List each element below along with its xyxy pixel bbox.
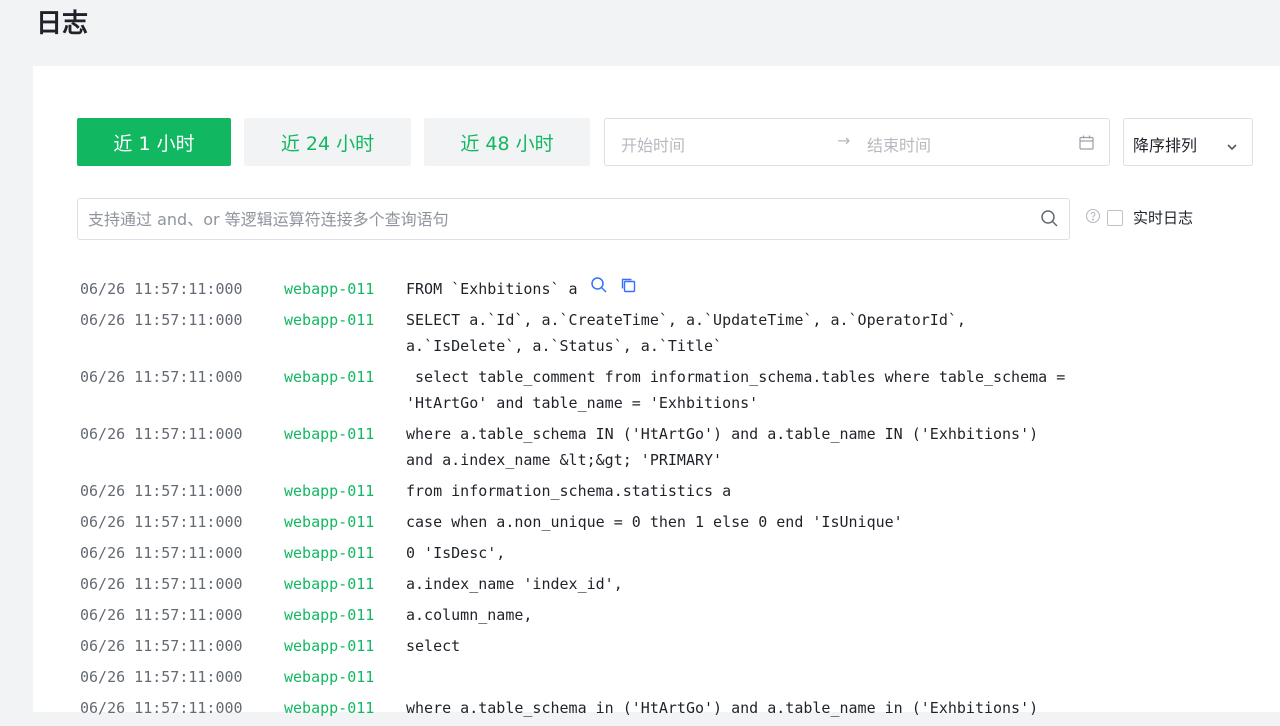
log-message: FROM `Exhbitions` a <box>406 280 578 298</box>
log-timestamp: 06/26 11:57:11:000 <box>80 606 243 624</box>
log-host[interactable]: webapp-011 <box>284 364 406 416</box>
date-range-arrow: → <box>837 131 851 150</box>
range-24h-button[interactable]: 近 24 小时 <box>244 118 411 166</box>
log-host[interactable]: webapp-011 <box>284 695 406 721</box>
log-host[interactable]: webapp-011 <box>284 633 406 659</box>
date-start-input[interactable]: 开始时间 <box>621 132 685 156</box>
log-row: 06/26 11:57:11:000 webapp-011 <box>80 664 1270 690</box>
calendar-icon[interactable] <box>1078 134 1095 155</box>
realtime-log-checkbox[interactable] <box>1107 209 1123 226</box>
page-title: 日志 <box>36 9 89 39</box>
log-row: 06/26 11:57:11:000 webapp-011 where a.ta… <box>80 695 1270 721</box>
log-search-box <box>77 198 1070 240</box>
log-panel: 近 1 小时 近 24 小时 近 48 小时 开始时间 → 结束时间 降序排列 <box>33 66 1280 717</box>
log-timestamp: 06/26 11:57:11:000 <box>80 575 243 593</box>
log-message: a.column_name, <box>406 606 533 624</box>
log-row: 06/26 11:57:11:000 webapp-011 a.index_na… <box>80 571 1270 597</box>
realtime-log-label: 实时日志 <box>1133 209 1194 227</box>
log-timestamp: 06/26 11:57:11:000 <box>80 668 243 686</box>
log-row: 06/26 11:57:11:000 webapp-011 case when … <box>80 509 1270 535</box>
log-row: 06/26 11:57:11:000 webapp-011 a.column_n… <box>80 602 1270 628</box>
log-message: a.index_name 'index_id', <box>406 575 623 593</box>
log-timestamp: 06/26 11:57:11:000 <box>80 513 243 531</box>
date-range-picker[interactable]: 开始时间 → 结束时间 <box>604 118 1110 166</box>
magnifier-icon[interactable] <box>590 276 608 302</box>
log-row: 06/26 11:57:11:000 webapp-011 FROM `Exhb… <box>80 276 1270 302</box>
log-host[interactable]: webapp-011 <box>284 664 406 690</box>
log-message: SELECT a.`Id`, a.`CreateTime`, a.`Update… <box>406 311 966 355</box>
sort-order-select[interactable]: 降序排列 <box>1123 118 1253 166</box>
log-host[interactable]: webapp-011 <box>284 540 406 566</box>
log-timestamp: 06/26 11:57:11:000 <box>80 311 243 329</box>
log-timestamp: 06/26 11:57:11:000 <box>80 368 243 386</box>
log-message: select table_comment from information_sc… <box>406 368 1066 412</box>
log-timestamp: 06/26 11:57:11:000 <box>80 699 243 717</box>
log-host[interactable]: webapp-011 <box>284 421 406 473</box>
log-timestamp: 06/26 11:57:11:000 <box>80 280 243 298</box>
log-search-input[interactable] <box>78 199 1018 239</box>
log-message: 0 'IsDesc', <box>406 544 506 562</box>
range-1h-button[interactable]: 近 1 小时 <box>77 118 231 166</box>
toolbar: 近 1 小时 近 24 小时 近 48 小时 开始时间 → 结束时间 降序排列 <box>77 118 1253 166</box>
help-circle-icon[interactable] <box>1085 208 1101 228</box>
log-host[interactable]: webapp-011 <box>284 478 406 504</box>
log-message: from information_schema.statistics a <box>406 482 732 500</box>
log-row: 06/26 11:57:11:000 webapp-011 SELECT a.`… <box>80 307 1270 359</box>
realtime-log-toggle[interactable]: 实时日志 <box>1085 207 1193 228</box>
range-48h-button[interactable]: 近 48 小时 <box>424 118 590 166</box>
search-icon[interactable] <box>1040 209 1059 232</box>
log-row: 06/26 11:57:11:000 webapp-011 select <box>80 633 1270 659</box>
log-host[interactable]: webapp-011 <box>284 509 406 535</box>
log-host[interactable]: webapp-011 <box>284 602 406 628</box>
log-row: 06/26 11:57:11:000 webapp-011 from infor… <box>80 478 1270 504</box>
log-row: 06/26 11:57:11:000 webapp-011 where a.ta… <box>80 421 1270 473</box>
log-host[interactable]: webapp-011 <box>284 307 406 359</box>
chevron-down-icon <box>1226 137 1238 156</box>
log-message: case when a.non_unique = 0 then 1 else 0… <box>406 513 903 531</box>
log-row: 06/26 11:57:11:000 webapp-011 0 'IsDesc'… <box>80 540 1270 566</box>
log-timestamp: 06/26 11:57:11:000 <box>80 482 243 500</box>
sort-order-value: 降序排列 <box>1133 136 1198 155</box>
log-message: where a.table_schema in ('HtArtGo') and … <box>406 699 1039 717</box>
log-message: where a.table_schema IN ('HtArtGo') and … <box>406 425 1039 469</box>
log-host[interactable]: webapp-011 <box>284 571 406 597</box>
log-list: 06/26 11:57:11:000 webapp-011 FROM `Exhb… <box>80 276 1270 726</box>
log-row: 06/26 11:57:11:000 webapp-011 select tab… <box>80 364 1270 416</box>
copy-icon[interactable] <box>620 276 637 302</box>
log-message: select <box>406 637 461 655</box>
log-host[interactable]: webapp-011 <box>284 276 406 302</box>
log-timestamp: 06/26 11:57:11:000 <box>80 544 243 562</box>
log-timestamp: 06/26 11:57:11:000 <box>80 637 243 655</box>
date-end-input[interactable]: 结束时间 <box>867 132 931 156</box>
log-timestamp: 06/26 11:57:11:000 <box>80 425 243 443</box>
